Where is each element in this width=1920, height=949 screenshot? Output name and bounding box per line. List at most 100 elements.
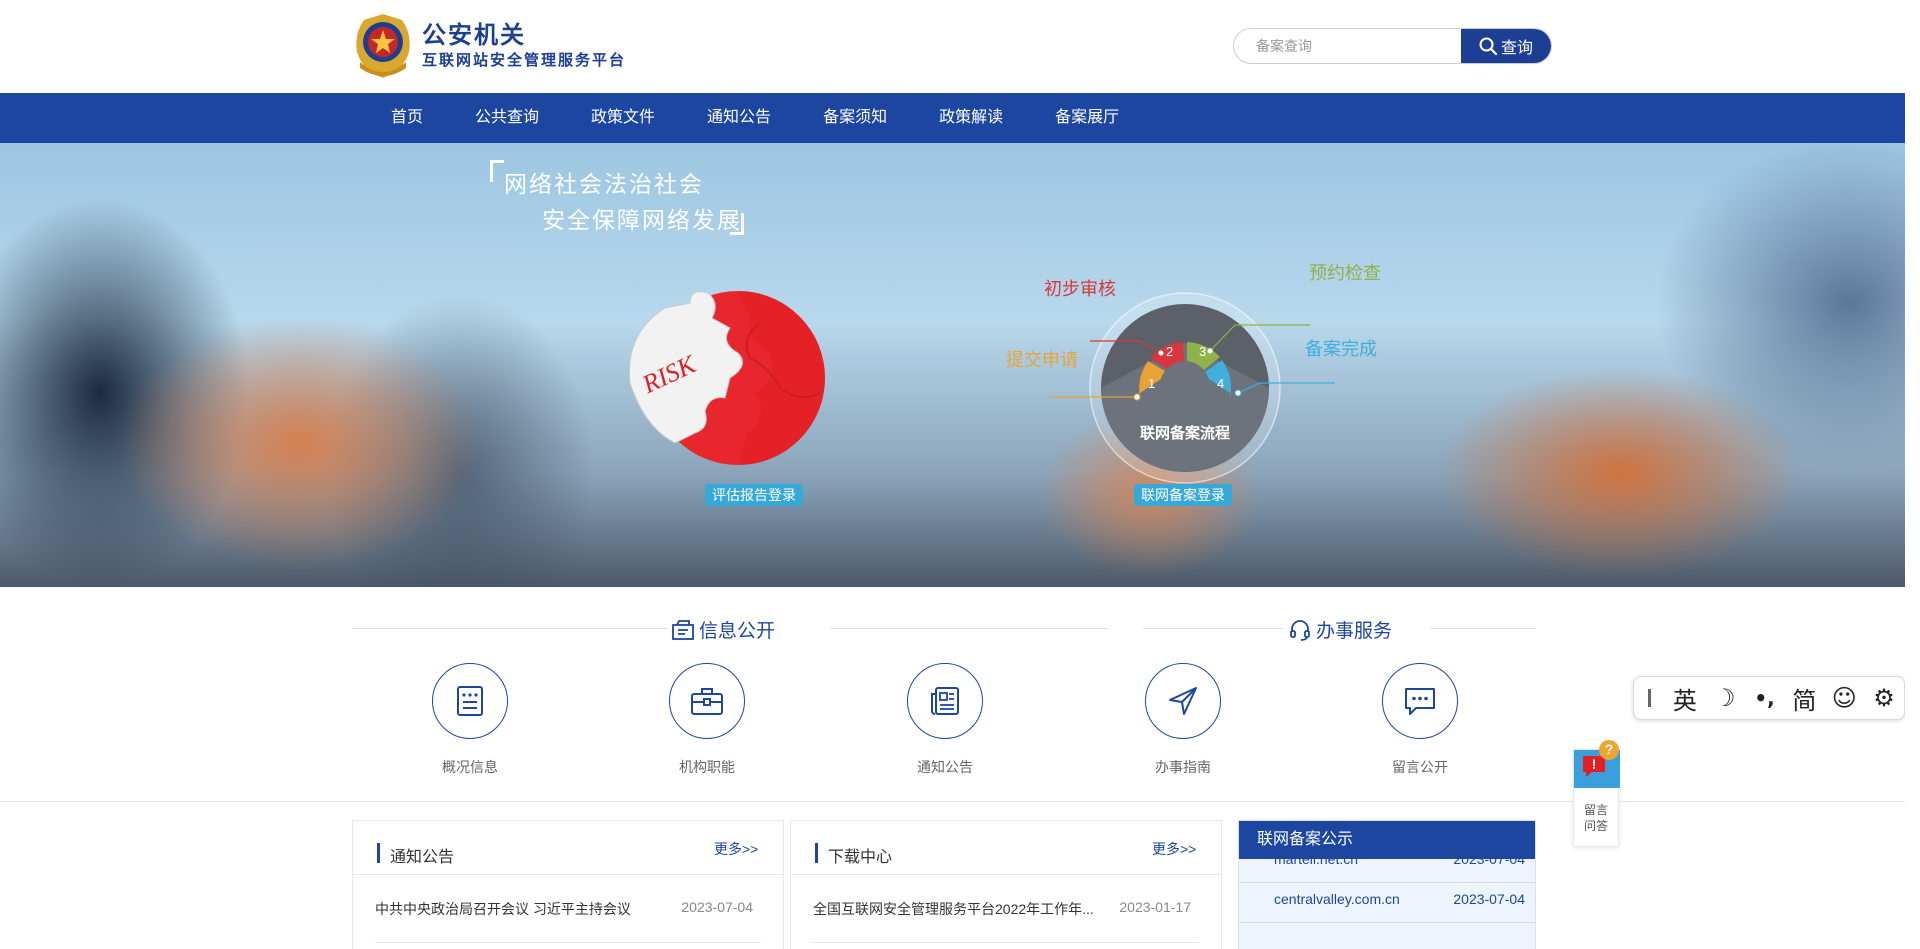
info-section-title: 信息公开: [671, 616, 775, 643]
newspaper-icon: [931, 687, 959, 715]
search-input[interactable]: [1234, 29, 1461, 63]
beian-public-header-overlay: 联网备案公示: [1239, 821, 1535, 859]
nav-item-filing-guide[interactable]: 备案须知: [797, 93, 913, 143]
emoji-icon[interactable]: ☺: [1824, 678, 1864, 718]
step-num-2: 2: [1166, 344, 1173, 359]
guide-label: 办事指南: [1155, 759, 1211, 775]
step-num-4: 4: [1217, 376, 1224, 391]
headset-icon: [1290, 619, 1310, 641]
beian-row[interactable]: centralvalley.com.cn 2023-07-04: [1239, 883, 1535, 923]
download-item-title[interactable]: 全国互联网安全管理服务平台2022年工作年...: [813, 899, 1098, 919]
ime-toolbar: 英 ☽ •, 简 ☺ ⚙: [1633, 676, 1905, 720]
nav-item-policy-interpret[interactable]: 政策解读: [913, 93, 1029, 143]
download-more-link[interactable]: 更多>>: [1152, 839, 1196, 859]
nav-item-public-query[interactable]: 公共查询: [449, 93, 565, 143]
info-divider-left: [352, 628, 667, 629]
notice-panel: 通知公告 更多>> 中共中央政治局召开会议 习近平主持会议 2023-07-04: [352, 820, 784, 949]
download-title-bar: [815, 843, 818, 863]
beian-date: 2023-07-04: [1453, 891, 1525, 907]
service-guide[interactable]: 办事指南: [1123, 663, 1243, 777]
overview-label: 概况信息: [442, 759, 498, 775]
svg-text:!: !: [1592, 756, 1597, 772]
feedback-label-line1: 留言: [1583, 803, 1608, 817]
notices-label: 通知公告: [917, 759, 973, 775]
document-list-icon: [457, 686, 483, 716]
navigation-arrow-icon: [1169, 687, 1197, 715]
chat-bubble-icon: [1405, 688, 1435, 715]
slogan-bracket-right: [730, 213, 744, 235]
service-divider-left: [1143, 628, 1283, 629]
main-nav: 首页 公共查询 政策文件 通知公告 备案须知 政策解读 备案展厅: [0, 93, 1905, 143]
download-panel: 下载中心 更多>> 全国互联网安全管理服务平台2022年工作年... 2023-…: [790, 820, 1222, 949]
hero-banner: 网络社会法治社会 安全保障网络发展 RISK 1 2 3 4 联网备案流程 提交…: [0, 143, 1905, 587]
service-section-title: 办事服务: [1288, 616, 1392, 643]
notice-title-bar: [377, 843, 380, 863]
step-label-complete: 备案完成: [1305, 339, 1377, 359]
search-box: 查询: [1233, 28, 1552, 64]
step-label-review: 初步审核: [1044, 279, 1116, 299]
briefcase-icon: [691, 688, 723, 715]
search-button[interactable]: 查询: [1461, 29, 1551, 63]
feedback-label-line2: 问答: [1583, 819, 1608, 833]
gear-icon[interactable]: ⚙: [1864, 678, 1904, 718]
assessment-login-button[interactable]: 评估报告登录: [705, 484, 803, 506]
service-section-label: 办事服务: [1316, 621, 1393, 642]
beian-login-button[interactable]: 联网备案登录: [1134, 484, 1232, 506]
logo-subtitle: 互联网站安全管理服务平台: [422, 52, 627, 69]
moon-icon[interactable]: ☽: [1705, 678, 1745, 718]
download-item[interactable]: 全国互联网安全管理服务平台2022年工作年... 2023-01-17: [813, 899, 1199, 943]
step-label-submit: 提交申请: [1006, 350, 1078, 370]
police-emblem-icon: [356, 14, 410, 78]
site-logo[interactable]: 公安机关 互联网站安全管理服务平台: [352, 12, 626, 80]
nav-item-notices[interactable]: 通知公告: [681, 93, 797, 143]
ime-language-toggle[interactable]: 英: [1665, 678, 1705, 718]
punctuation-icon[interactable]: •,: [1745, 678, 1785, 718]
site-header: 公安机关 互联网站安全管理服务平台 查询: [0, 0, 1905, 93]
step-label-inspect: 预约检查: [1309, 263, 1381, 283]
org-functions-label: 机构职能: [679, 759, 735, 775]
logo-title: 公安机关: [422, 22, 526, 49]
ime-drag-handle[interactable]: [1648, 689, 1651, 707]
guide-button[interactable]: [1145, 663, 1221, 739]
notice-panel-title: 通知公告: [390, 849, 455, 866]
feedback-badge: ?: [1604, 741, 1614, 757]
slogan-bracket-left: [490, 160, 504, 182]
search-icon: [1479, 37, 1497, 55]
ime-simplified-toggle[interactable]: 简: [1784, 678, 1824, 718]
slogan-line-1: 网络社会法治社会: [504, 171, 704, 197]
service-messages[interactable]: 留言公开: [1360, 663, 1480, 777]
service-org-functions[interactable]: 机构职能: [647, 663, 767, 777]
process-center-label: 联网备案流程: [1140, 424, 1230, 442]
info-section-label: 信息公开: [699, 621, 776, 642]
overview-button[interactable]: [432, 663, 508, 739]
info-divider-right: [830, 628, 1108, 629]
feedback-widget[interactable]: ! ? 留言 问答: [1573, 740, 1620, 847]
service-divider-right: [1430, 628, 1536, 629]
download-panel-header: 下载中心 更多>>: [791, 821, 1221, 875]
notice-item-date: 2023-07-04: [681, 899, 753, 915]
step-num-3: 3: [1199, 344, 1206, 359]
notice-panel-header: 通知公告 更多>>: [353, 821, 783, 875]
notice-item[interactable]: 中共中央政治局召开会议 习近平主持会议 2023-07-04: [375, 899, 761, 943]
nav-item-policy-docs[interactable]: 政策文件: [565, 93, 681, 143]
download-panel-title: 下载中心: [828, 849, 893, 866]
org-functions-button[interactable]: [669, 663, 745, 739]
feedback-label: 留言 问答: [1574, 802, 1618, 834]
nav-item-home[interactable]: 首页: [352, 93, 449, 143]
step-num-1: 1: [1148, 376, 1155, 391]
slogan-line-2: 安全保障网络发展: [542, 207, 742, 233]
nav-item-filing-hall[interactable]: 备案展厅: [1029, 93, 1145, 143]
messages-label: 留言公开: [1392, 759, 1448, 775]
notice-more-link[interactable]: 更多>>: [714, 839, 758, 859]
service-notices[interactable]: 通知公告: [885, 663, 1005, 777]
search-button-label: 查询: [1500, 40, 1533, 57]
download-item-date: 2023-01-17: [1119, 899, 1191, 915]
beian-domain[interactable]: centralvalley.com.cn: [1274, 891, 1400, 907]
service-overview[interactable]: 概况信息: [410, 663, 530, 777]
risk-puzzle-graphic[interactable]: RISK: [620, 283, 880, 473]
section-divider: [0, 801, 1905, 802]
notices-button[interactable]: [907, 663, 983, 739]
messages-button[interactable]: [1382, 663, 1458, 739]
notice-item-title[interactable]: 中共中央政治局召开会议 习近平主持会议: [375, 899, 675, 919]
folder-icon: [672, 619, 694, 640]
